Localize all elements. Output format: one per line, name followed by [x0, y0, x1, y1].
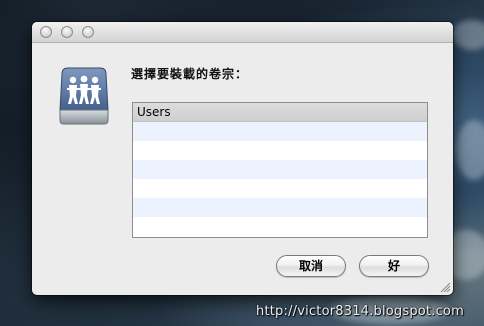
volume-list[interactable]: Users — [132, 102, 428, 238]
shared-volume-icon — [59, 67, 109, 125]
cloud — [452, 20, 484, 50]
cancel-button[interactable]: 取消 — [276, 255, 346, 277]
list-item[interactable] — [133, 198, 427, 217]
ok-button[interactable]: 好 — [359, 255, 429, 277]
list-item[interactable] — [133, 217, 427, 236]
mount-volume-dialog: 選擇要裝載的卷宗： Users 取消 好 — [32, 22, 453, 295]
cloud — [456, 120, 484, 180]
desktop-background: 選擇要裝載的卷宗： Users 取消 好 http://victor8314.b… — [0, 0, 484, 326]
list-item[interactable] — [133, 141, 427, 160]
list-item[interactable] — [133, 122, 427, 141]
watermark-url: http://victor8314.blogspot.com — [256, 304, 464, 319]
dialog-prompt: 選擇要裝載的卷宗： — [131, 67, 249, 81]
resize-grip-icon[interactable] — [440, 282, 451, 293]
list-item[interactable] — [133, 179, 427, 198]
minimize-window-button[interactable] — [61, 26, 73, 38]
close-window-button[interactable] — [40, 26, 52, 38]
window-titlebar[interactable] — [32, 22, 453, 43]
volume-list-item-users[interactable]: Users — [133, 103, 427, 122]
list-item[interactable] — [133, 160, 427, 179]
zoom-window-button[interactable] — [82, 26, 94, 38]
